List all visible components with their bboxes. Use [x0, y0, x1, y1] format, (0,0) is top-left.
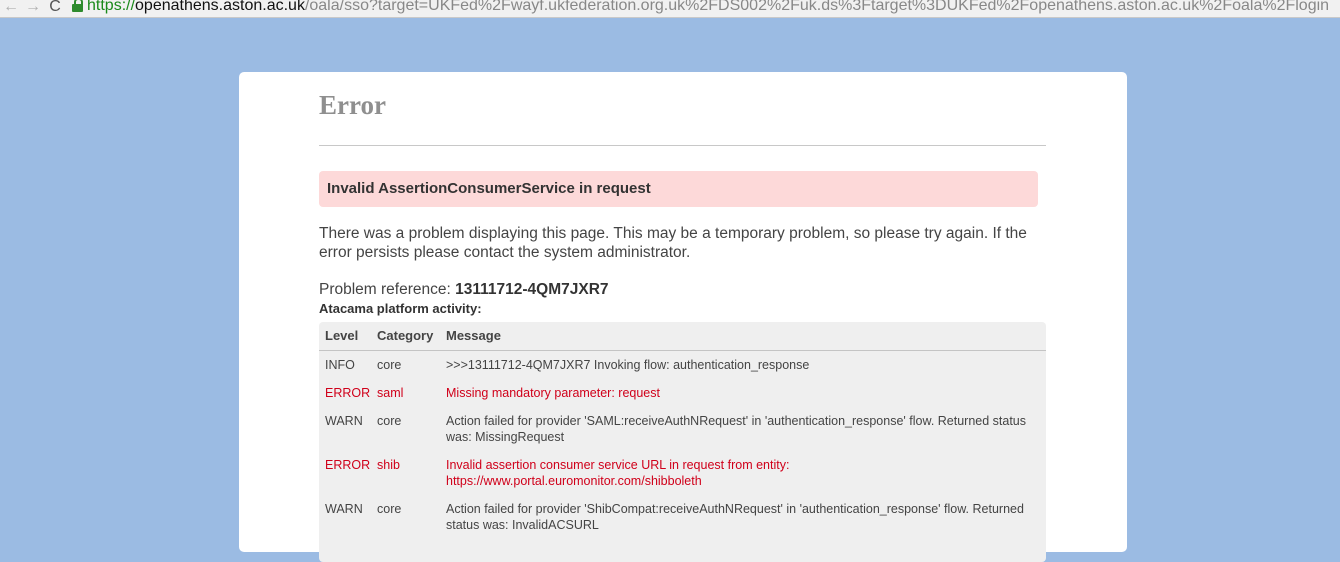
table-row: INFO core >>>13111712-4QM7JXR7 Invoking … — [319, 351, 1046, 379]
activity-log-table: Level Category Message INFO core >>>1311… — [319, 322, 1046, 562]
header-level: Level — [325, 328, 359, 343]
activity-title: Atacama platform activity: — [319, 301, 482, 316]
url-scheme: https:// — [87, 0, 136, 14]
row-message: Invalid assertion consumer service URL i… — [446, 458, 790, 488]
error-description: There was a problem displaying this page… — [319, 225, 1027, 261]
address-bar[interactable]: https://openathens.aston.ac.uk/oala/sso?… — [87, 0, 1329, 15]
row-category: core — [377, 414, 402, 428]
error-card: Error Invalid AssertionConsumerService i… — [239, 72, 1127, 562]
divider — [319, 145, 1046, 146]
header-category: Category — [377, 328, 434, 343]
error-alert: Invalid AssertionConsumerService in requ… — [319, 171, 1038, 207]
row-level: WARN — [325, 502, 363, 516]
header-message: Message — [446, 328, 501, 343]
table-row: WARN core Action failed for provider 'SA… — [319, 407, 1046, 451]
table-header: Level Category Message — [319, 322, 1046, 351]
row-category: core — [377, 358, 402, 372]
table-row: ERROR shib Invalid assertion consumer se… — [319, 451, 1046, 495]
row-message: Action failed for provider 'SAML:receive… — [446, 414, 1027, 444]
row-message: Action failed for provider 'ShibCompat:r… — [446, 502, 1024, 532]
problem-reference-label: Problem reference: — [319, 281, 456, 298]
row-message: >>>13111712-4QM7JXR7 Invoking flow: auth… — [446, 358, 810, 372]
row-level: ERROR — [325, 386, 371, 400]
row-level: ERROR — [325, 458, 371, 472]
table-row: WARN core Action failed for provider 'Sh… — [319, 495, 1046, 539]
reload-icon[interactable]: C — [44, 0, 66, 14]
back-arrow-icon[interactable]: ← — [0, 0, 22, 14]
row-level: WARN — [325, 414, 363, 428]
row-category: saml — [377, 386, 404, 400]
lock-icon — [72, 0, 83, 12]
row-level: INFO — [325, 358, 355, 372]
table-row: ERROR saml Missing mandatory parameter: … — [319, 379, 1046, 407]
browser-toolbar: ← → C https://openathens.aston.ac.uk/oal… — [0, 0, 1340, 18]
url-path: /oala/sso?target=UKFed%2Fwayf.ukfederati… — [304, 0, 1330, 14]
forward-arrow-icon[interactable]: → — [22, 0, 44, 14]
problem-reference: Problem reference: 13111712-4QM7JXR7 — [319, 281, 609, 299]
problem-reference-value: 13111712-4QM7JXR7 — [455, 281, 609, 298]
page-title: Error — [319, 90, 386, 120]
row-message: Missing mandatory parameter: request — [446, 386, 660, 400]
row-category: core — [377, 502, 402, 516]
url-host: openathens.aston.ac.uk — [135, 0, 305, 14]
row-category: shib — [377, 458, 400, 472]
